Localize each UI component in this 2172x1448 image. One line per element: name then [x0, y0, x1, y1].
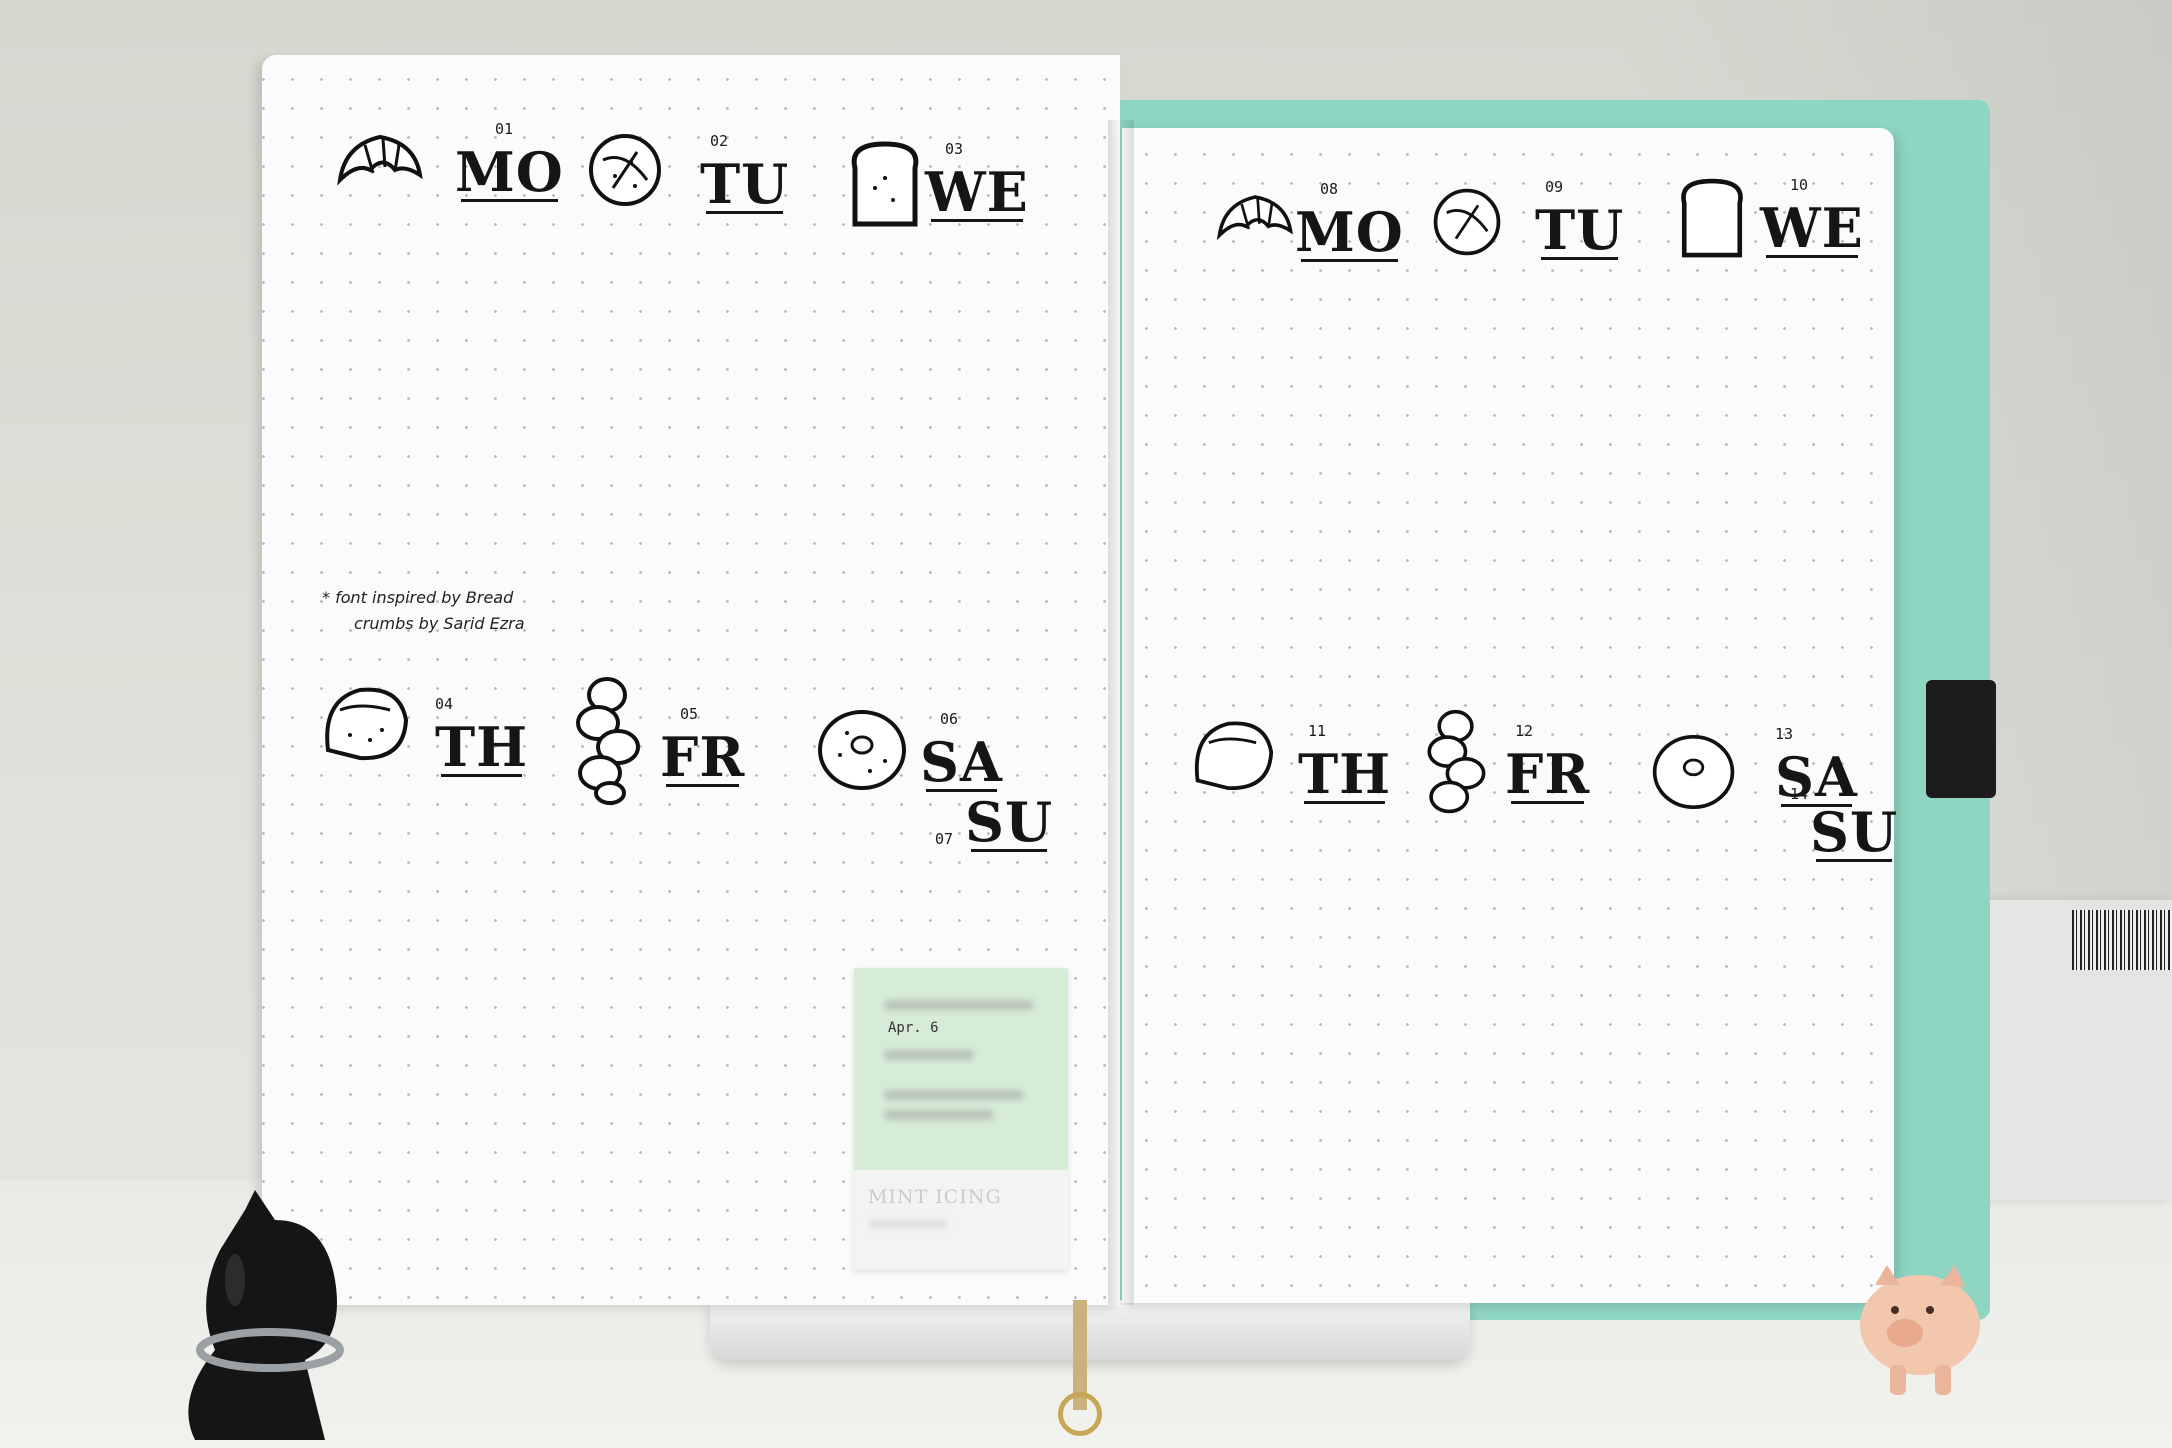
challah-icon — [1427, 709, 1486, 814]
bookmark-charm-icon — [1058, 1392, 1102, 1436]
font-credit-note: * font inspired by Bread crumbs by Sarid… — [322, 585, 525, 637]
croissant-icon — [337, 134, 423, 186]
toast-icon — [851, 141, 919, 227]
elastic-band — [1926, 680, 1996, 798]
day-number: 03 — [945, 140, 964, 158]
bagel-icon — [818, 710, 906, 790]
baguette-icon — [1194, 721, 1274, 790]
day-number: 05 — [680, 705, 699, 723]
barcode-icon — [2072, 910, 2172, 970]
day-number: 01 — [495, 120, 514, 138]
blurred-text — [884, 1090, 1024, 1100]
sourdough-icon — [1433, 188, 1501, 256]
day-label: WE — [925, 160, 1029, 224]
day-label: TH — [1298, 742, 1392, 806]
swatch-date: Apr. 6 — [888, 1020, 939, 1036]
mint-color-swatch: Apr. 6 — [854, 968, 1068, 1170]
day-label: FR — [1505, 742, 1591, 806]
day-number: 14 — [1790, 785, 1809, 803]
day-label: TU — [700, 152, 790, 216]
croissant-icon — [1216, 195, 1293, 241]
day-number: 09 — [1545, 178, 1564, 196]
day-number: 08 — [1320, 180, 1339, 198]
day-label: WE — [1760, 196, 1864, 260]
day-number: 04 — [435, 695, 454, 713]
day-label: SU — [1810, 800, 1899, 864]
sourdough-icon — [589, 134, 661, 206]
day-number: 07 — [935, 830, 954, 848]
baguette-icon — [325, 687, 409, 761]
paint-swatch-card: Apr. 6 MINT ICING — [854, 968, 1068, 1270]
day-label: SA — [920, 730, 1003, 794]
note-line: crumbs by Sarid Ezra — [354, 614, 525, 633]
day-label: FR — [660, 725, 746, 789]
day-number: 02 — [710, 132, 729, 150]
day-label: MO — [455, 140, 564, 204]
swatch-title: MINT ICING — [868, 1186, 1002, 1208]
day-label: SU — [965, 790, 1054, 854]
note-line: * font inspired by Bread — [322, 588, 514, 607]
challah-icon — [576, 677, 640, 805]
toast-icon — [1681, 178, 1743, 258]
day-number: 12 — [1515, 722, 1534, 740]
day-number: 11 — [1308, 722, 1327, 740]
bagel-icon — [1652, 734, 1735, 810]
day-number: 13 — [1775, 725, 1794, 743]
blurred-text — [884, 1000, 1034, 1010]
day-label: MO — [1295, 200, 1404, 264]
day-number: 06 — [940, 710, 959, 728]
blurred-text — [884, 1050, 974, 1060]
book-stand — [710, 1300, 1470, 1360]
day-number: 10 — [1790, 176, 1809, 194]
black-cat-figurine — [188, 1190, 344, 1440]
blurred-text — [868, 1220, 948, 1228]
notebook-gutter — [1108, 120, 1134, 1305]
day-label: TU — [1535, 198, 1625, 262]
pig-figurine — [1860, 1265, 1980, 1395]
blurred-text — [884, 1110, 994, 1120]
day-label: TH — [435, 715, 529, 779]
